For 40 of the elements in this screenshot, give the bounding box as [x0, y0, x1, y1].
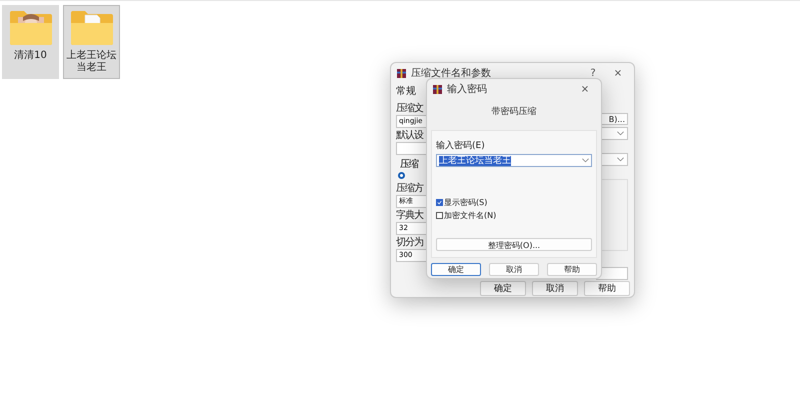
close-button[interactable]: × — [608, 68, 628, 78]
field-label: 压缩方 — [396, 183, 424, 195]
field-label: 输入密码(E) — [436, 140, 486, 152]
desktop-folder[interactable]: 上老王论坛当老王 — [63, 5, 120, 79]
dialog-button[interactable]: 帮助 — [547, 263, 597, 276]
organize-button[interactable]: 整理密码(O)... — [436, 238, 592, 251]
field-label: 切分为 — [396, 237, 424, 249]
chevron-icon — [582, 158, 589, 163]
checkbox-label: 加密文件名(N) — [444, 210, 496, 221]
help-button[interactable]: ? — [583, 68, 603, 78]
input-field[interactable] — [396, 142, 426, 155]
folder-icon[interactable] — [68, 9, 114, 47]
tab[interactable]: 常规 — [396, 86, 426, 98]
window-title: 压缩文件名和参数 — [411, 66, 492, 80]
dialog-button[interactable]: 确定 — [480, 281, 526, 296]
folder-icon[interactable] — [8, 9, 54, 47]
dialog-button[interactable]: 取消 — [489, 263, 539, 276]
chevron-icon — [617, 131, 624, 136]
checkbox[interactable] — [436, 199, 443, 206]
group-label: 压缩 — [400, 159, 420, 171]
field-label: 字典大 — [396, 210, 424, 222]
close-button[interactable]: × — [575, 84, 595, 94]
dialog-button[interactable]: 确定 — [431, 263, 481, 276]
archive-icon — [397, 68, 406, 78]
archive-icon — [433, 84, 442, 94]
chevron-icon — [617, 157, 624, 162]
dialog-button[interactable]: 帮助 — [584, 281, 630, 296]
window-title: 输入密码 — [447, 82, 488, 96]
checkbox[interactable] — [436, 212, 443, 219]
folder-label: 上老王论坛当老王 — [66, 50, 118, 74]
field-label: 压缩文 — [396, 103, 424, 115]
radio-button[interactable] — [398, 172, 405, 179]
desktop-folder[interactable]: 清清10 — [2, 5, 59, 79]
dialog-button[interactable]: 取消 — [532, 281, 578, 296]
field-label: 默认设 — [396, 130, 424, 142]
checkbox-label: 显示密码(S) — [444, 197, 488, 208]
password-field[interactable]: 上老王论坛当老王 — [436, 154, 592, 167]
password-text: 上老王论坛当老王 — [439, 156, 511, 166]
folder-label: 清清10 — [13, 50, 48, 62]
dialog-heading: 带密码压缩 — [490, 106, 538, 118]
